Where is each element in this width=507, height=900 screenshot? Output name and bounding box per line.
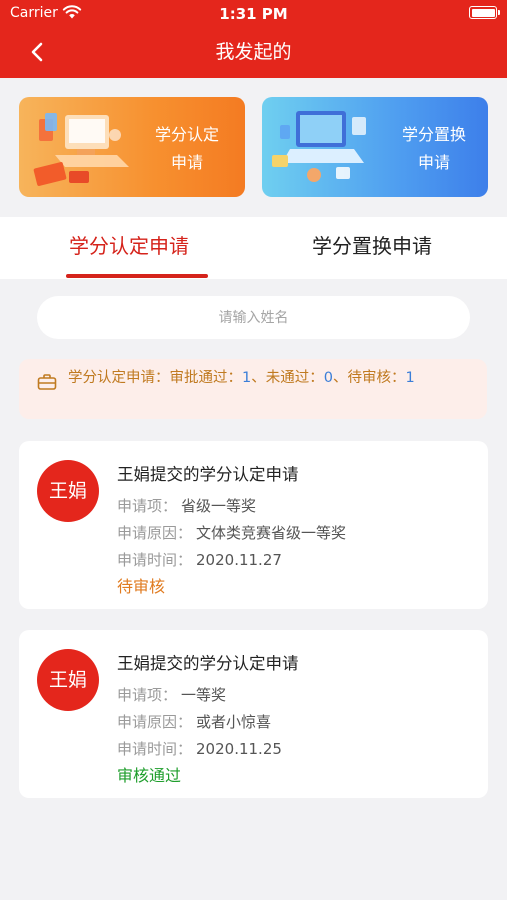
name-search-input[interactable] [37, 296, 470, 339]
status-time: 1:31 PM [219, 5, 288, 23]
banner-label-line1: 学分认定 [154, 125, 219, 144]
reason-row: 申请原因： 或者小惊喜 [117, 709, 271, 735]
reason-value: 文体类竞赛省级一等奖 [196, 524, 347, 542]
tab-credit-recognition[interactable]: 学分认定申请 [39, 231, 219, 261]
reason-label: 申请原因： [117, 524, 193, 542]
card-title: 王娟提交的学分认定申请 [117, 465, 299, 484]
active-tab-indicator [66, 274, 208, 278]
summary-prefix: 学分认定申请：审批通过： [68, 370, 242, 386]
summary-text: 学分认定申请：审批通过：1、未通过：0、待审核：1 [68, 368, 478, 389]
summary-mid2: 、待审核： [332, 370, 406, 386]
tab-bar: 学分认定申请 学分置换申请 [0, 217, 507, 279]
reason-label: 申请原因： [117, 713, 193, 731]
item-label: 申请项： [117, 497, 178, 515]
reason-value: 或者小惊喜 [196, 713, 272, 731]
time-label: 申请时间： [117, 551, 193, 569]
rejected-count: 0 [323, 370, 333, 386]
item-row: 申请项： 一等奖 [117, 682, 226, 708]
summary-mid: 、未通过： [251, 370, 324, 386]
reason-row: 申请原因： 文体类竞赛省级一等奖 [117, 520, 346, 546]
status-badge: 待审核 [117, 577, 166, 596]
pending-count: 1 [405, 370, 415, 386]
approved-count: 1 [242, 370, 252, 386]
item-value: 一等奖 [181, 686, 227, 704]
avatar: 王娟 [37, 460, 99, 522]
status-bar: Carrier 1:31 PM [0, 0, 507, 28]
laptop-illustration-icon [272, 111, 366, 182]
summary-banner: 学分认定申请：审批通过：1、未通过：0、待审核：1 [19, 359, 487, 419]
time-label: 申请时间： [117, 740, 193, 758]
credit-recognition-banner[interactable]: 学分认定 申请 [19, 97, 245, 197]
page-title: 我发起的 [215, 41, 292, 63]
briefcase-icon [37, 374, 57, 390]
application-card[interactable]: 王娟 王娟提交的学分认定申请 申请项： 一等奖 申请原因： 或者小惊喜 申请时间： 2… [19, 630, 488, 798]
item-value: 省级一等奖 [181, 497, 257, 515]
banner-label-line1: 学分置换 [401, 125, 466, 144]
card-title: 王娟提交的学分认定申请 [117, 654, 299, 673]
avatar: 王娟 [37, 649, 99, 711]
time-value: 2020.11.25 [196, 740, 282, 758]
item-label: 申请项： [117, 686, 178, 704]
top-bar: Carrier 1:31 PM 我发起的 [0, 0, 507, 78]
banner-label-line2: 申请 [170, 153, 203, 172]
banner-label-line2: 申请 [417, 153, 450, 172]
item-row: 申请项： 省级一等奖 [117, 493, 256, 519]
time-row: 申请时间： 2020.11.27 [117, 547, 282, 573]
time-value: 2020.11.27 [196, 551, 282, 569]
time-row: 申请时间： 2020.11.25 [117, 736, 282, 762]
status-badge: 审核通过 [117, 766, 182, 785]
credit-exchange-banner[interactable]: 学分置换 申请 [262, 97, 488, 197]
desk-illustration-icon [33, 113, 129, 186]
application-card[interactable]: 王娟 王娟提交的学分认定申请 申请项： 省级一等奖 申请原因： 文体类竞赛省级一等奖… [19, 441, 488, 609]
battery-icon [469, 6, 500, 19]
tab-credit-exchange[interactable]: 学分置换申请 [282, 231, 462, 261]
